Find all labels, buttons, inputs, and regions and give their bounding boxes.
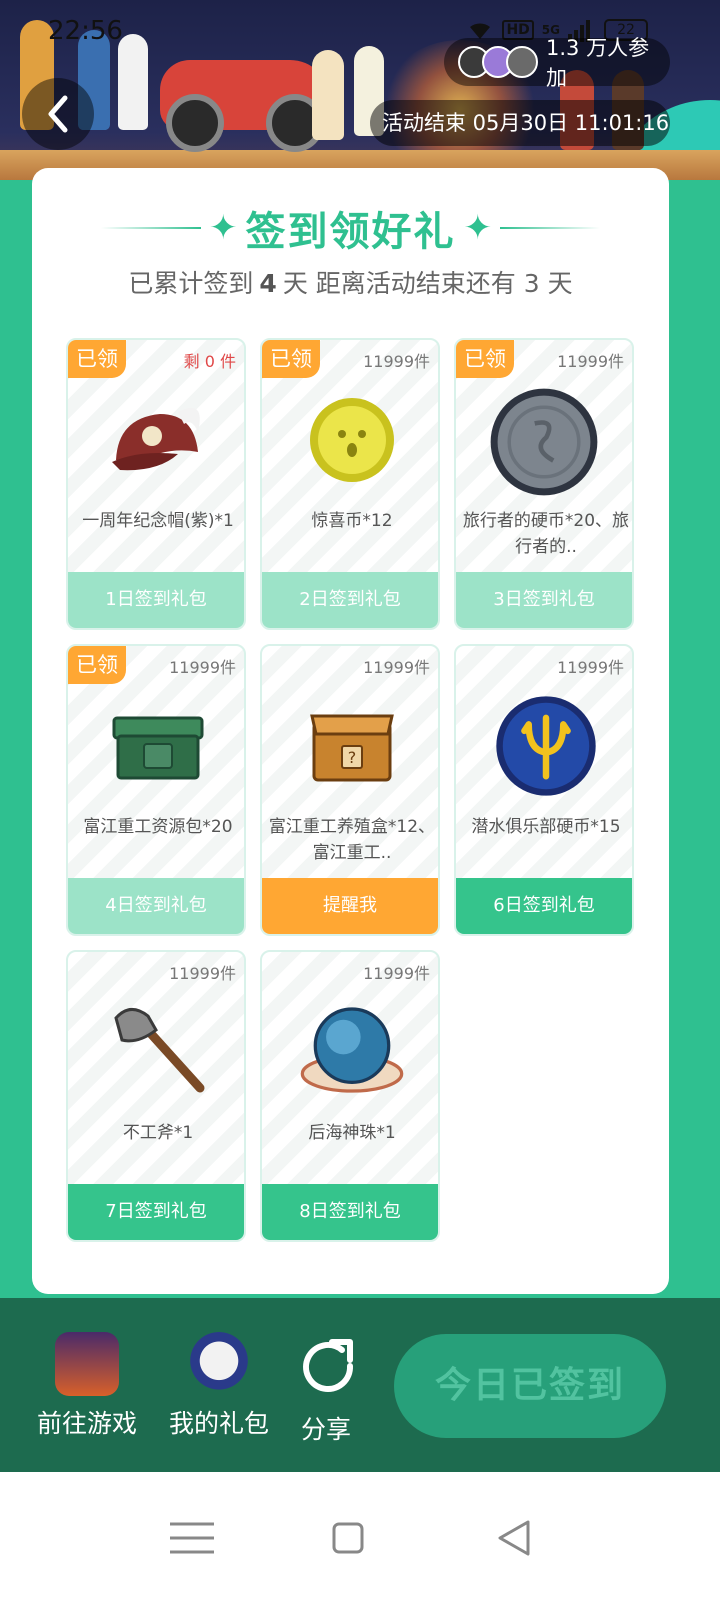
sparkle-icon: ✦	[463, 208, 493, 248]
title-divider	[500, 227, 600, 229]
reward-name: 一周年纪念帽(紫)*1	[82, 511, 234, 531]
reward-button[interactable]: 3日签到礼包	[456, 572, 632, 628]
reward-name: 后海神珠*1	[308, 1123, 396, 1143]
reward-name: 不工斧*1	[122, 1123, 194, 1143]
claimed-badge: 已领	[68, 340, 126, 378]
pearl-icon	[300, 1007, 404, 1093]
hd-badge: HD	[502, 20, 534, 40]
stock-count: 11999件	[557, 658, 624, 677]
checkin-button[interactable]: 今日已签到	[394, 1334, 666, 1438]
remind-me-button[interactable]: 提醒我	[262, 878, 438, 934]
reward-card: 已领 11999件 富江重工资源包*20 4日签到礼包	[66, 644, 246, 936]
axe-icon	[114, 1008, 205, 1093]
character-illustration	[312, 50, 344, 140]
status-time: 22:56	[48, 16, 123, 46]
stock-count: 11999件	[363, 658, 430, 677]
progress-mid: 天 距离活动结束还有	[282, 269, 516, 298]
back-nav-icon[interactable]	[484, 1508, 544, 1568]
reward-name: 富江重工养殖盒*12、富江重工..	[268, 817, 436, 863]
reward-card: 11999件 潜水俱乐部硬币*15 6日签到礼包	[454, 644, 634, 936]
claimed-badge: 已领	[262, 340, 320, 378]
reward-card: 11999件 ? 富江重工养殖盒*12、富江重工.. 提醒我	[260, 644, 440, 936]
participants-badge: 1.3 万人参加	[444, 36, 670, 90]
goto-game-label: 前往游戏	[36, 1409, 137, 1438]
bottom-action-bar: 前往游戏 我的礼包 分享 今日已签到	[0, 1298, 720, 1472]
reward-button[interactable]: 1日签到礼包	[68, 572, 244, 628]
participants-count: 1.3 万人参加	[546, 36, 650, 90]
reward-button[interactable]: 7日签到礼包	[68, 1184, 244, 1240]
stock-count: 11999件	[363, 964, 430, 983]
stock-count: 11999件	[169, 658, 236, 677]
chevron-left-icon	[48, 95, 68, 133]
menu-icon[interactable]	[162, 1508, 222, 1568]
trident-coin-icon	[496, 696, 596, 796]
cap-icon	[112, 407, 200, 471]
title-divider	[101, 227, 201, 229]
reward-card: 已领 剩 0 件 一周年纪念帽(紫)*1 1日签到礼包	[66, 338, 246, 630]
resource-box-icon	[112, 716, 204, 780]
stock-count: 剩 0 件	[183, 352, 236, 371]
goto-game-button[interactable]: 前往游戏	[34, 1332, 140, 1440]
stock-count: 11999件	[363, 352, 430, 371]
reward-name: 惊喜币*12	[311, 511, 393, 531]
page-title: 签到领好礼	[245, 209, 456, 255]
reward-button[interactable]: 4日签到礼包	[68, 878, 244, 934]
surprise-coin-icon	[310, 398, 394, 482]
share-button[interactable]: 分享	[296, 1332, 356, 1446]
back-button[interactable]	[22, 78, 94, 150]
claimed-badge: 已领	[68, 646, 126, 684]
claimed-badge: 已领	[456, 340, 514, 378]
mystery-box-icon: ?	[310, 714, 394, 782]
traveler-coin-icon	[490, 388, 598, 496]
checkin-progress: 已累计签到 4 天 距离活动结束还有 3 天	[32, 264, 669, 300]
days-left: 3	[523, 269, 540, 298]
checkin-card: ✦ 签到领好礼 ✦ 已累计签到 4 天 距离活动结束还有 3 天 已领 剩 0 件 …	[32, 168, 669, 1294]
sparkle-icon: ✦	[209, 208, 238, 248]
reward-name: 旅行者的硬币*20、旅行者的..	[462, 511, 630, 557]
share-label: 分享	[300, 1415, 351, 1444]
stock-count: 11999件	[557, 352, 624, 371]
my-gifts-label: 我的礼包	[168, 1409, 269, 1438]
event-end-time: 活动结束 05月30日 11:01:16	[370, 100, 670, 146]
reward-card: 11999件 后海神珠*1 8日签到礼包	[260, 950, 440, 1242]
system-nav-bar	[0, 1472, 720, 1612]
reward-card: 已领 11999件 惊喜币*12 2日签到礼包	[260, 338, 440, 630]
reward-name: 富江重工资源包*20	[83, 817, 233, 837]
reward-card: 11999件 不工斧*1 7日签到礼包	[66, 950, 246, 1242]
participant-avatars	[458, 46, 538, 78]
days-signed: 4	[259, 269, 277, 298]
my-gifts-button[interactable]: 我的礼包	[166, 1332, 272, 1440]
progress-suffix: 天	[547, 269, 573, 298]
card-title-row: ✦ 签到领好礼 ✦	[32, 200, 669, 256]
home-icon[interactable]	[318, 1508, 378, 1568]
game-thumbnail-icon	[55, 1332, 119, 1396]
stock-count: 11999件	[169, 964, 236, 983]
reward-name: 潜水俱乐部硬币*15	[471, 817, 621, 837]
gift-robot-icon	[187, 1332, 251, 1396]
progress-prefix: 已累计签到	[128, 269, 254, 298]
avatar	[506, 46, 538, 78]
svg-text:?: ?	[348, 748, 357, 767]
share-icon	[303, 1339, 354, 1392]
reward-card: 已领 11999件 旅行者的硬币*20、旅行者的.. 3日签到礼包	[454, 338, 634, 630]
motorbike-illustration	[160, 60, 330, 152]
reward-button[interactable]: 6日签到礼包	[456, 878, 632, 934]
reward-button[interactable]: 8日签到礼包	[262, 1184, 438, 1240]
reward-button[interactable]: 2日签到礼包	[262, 572, 438, 628]
